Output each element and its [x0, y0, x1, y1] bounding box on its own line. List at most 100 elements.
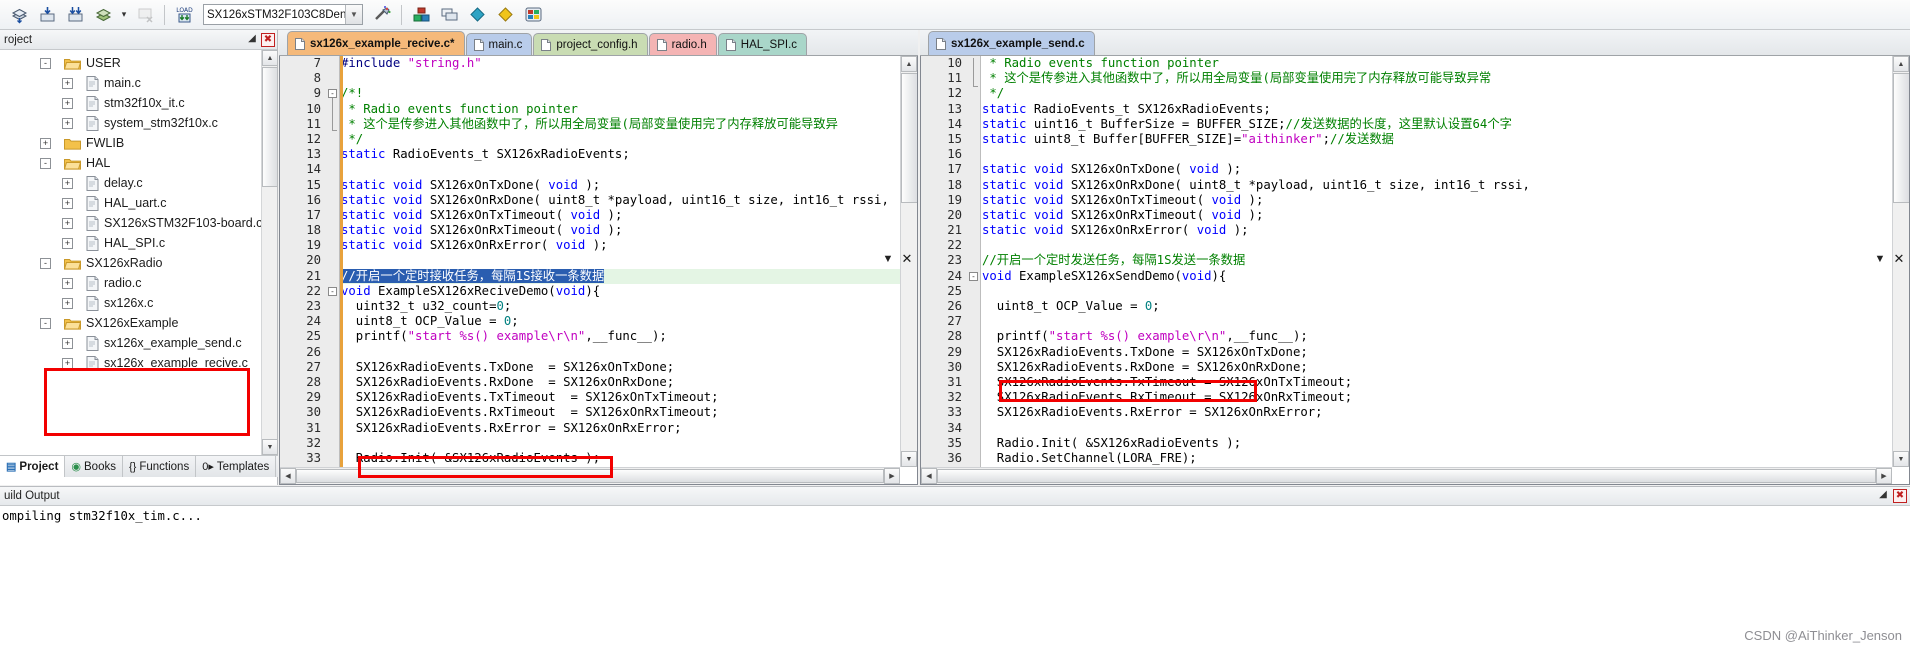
close-document-icon[interactable]: ✕ — [900, 251, 914, 267]
line-number: 23 — [306, 299, 321, 313]
pin-icon[interactable]: ◢ — [245, 33, 259, 47]
tree-item-main-c[interactable]: + main.c — [0, 73, 262, 93]
editor-tabbar-left[interactable]: sx126x_example_recive.c* main.c project_co… — [279, 30, 918, 56]
rebuild-all-icon[interactable] — [62, 3, 88, 27]
editor-tabbar-right[interactable]: sx126x_example_send.c — [920, 30, 1910, 56]
scrollbar-thumb-h[interactable] — [296, 469, 884, 483]
manage-components-icon[interactable] — [408, 3, 434, 27]
tree-expander-icon[interactable]: + — [62, 337, 73, 349]
scroll-down-icon[interactable]: ▼ — [262, 439, 278, 455]
scrollbar-thumb[interactable] — [262, 67, 278, 187]
code-viewport-left[interactable]: --- 789101112131415161718192021222324252… — [280, 56, 900, 467]
target-selector-value: SX126xSTM32F103C8Den — [207, 8, 345, 21]
tree-expander-icon[interactable]: + — [62, 297, 73, 309]
chevron-down-icon[interactable]: ▾ — [118, 3, 130, 27]
build-target-icon[interactable] — [34, 3, 60, 27]
tree-item-radio-c[interactable]: + radio.c — [0, 273, 262, 293]
tree-expander-icon[interactable]: - — [40, 157, 51, 169]
tree-item-system-stm32f10x-c[interactable]: + system_stm32f10x.c — [0, 113, 262, 133]
main-toolbar: ▾ LOAD SX126xSTM32F103C8Den ▼ — [0, 0, 1910, 30]
project-tree[interactable]: - USER + main.c + stm32f10x_it.c + system_stm32… — [0, 50, 262, 455]
chevron-down-icon[interactable]: ▼ — [345, 5, 362, 24]
tree-expander-icon[interactable]: - — [40, 57, 51, 69]
tree-expander-icon[interactable]: + — [62, 77, 73, 89]
scroll-up-icon[interactable]: ▲ — [262, 50, 278, 66]
tree-expander-icon[interactable]: + — [62, 277, 73, 289]
tree-item-sx126xstm32f103-board-c[interactable]: + SX126xSTM32F103-board.c — [0, 213, 262, 233]
code-hscrollbar-right[interactable]: ◀ ▶ — [921, 467, 1892, 484]
folder-icon — [64, 318, 81, 330]
tree-item-fwlib[interactable]: + FWLIB — [0, 133, 262, 153]
tree-expander-icon[interactable]: - — [40, 317, 51, 329]
tree-expander-icon[interactable]: + — [62, 357, 73, 369]
editor-tab-sx126x-example-recive-c-[interactable]: sx126x_example_recive.c* — [287, 31, 465, 55]
project-tree-scrollbar[interactable]: ▲ ▼ — [261, 50, 278, 455]
tab-list-menu-icon[interactable]: ▼ — [1873, 253, 1887, 265]
tree-expander-icon[interactable]: + — [62, 197, 73, 209]
tree-item-user[interactable]: - USER — [0, 53, 262, 73]
project-tab-functions[interactable]: {} Functions — [123, 456, 197, 477]
tree-expander-icon[interactable]: + — [62, 97, 73, 109]
editor-tab-hal-spi-c[interactable]: HAL_SPI.c — [717, 33, 808, 55]
line-number: 34 — [947, 420, 962, 435]
project-tab-project[interactable]: ▤ Project — [0, 456, 66, 477]
code-text-left[interactable]: #include "string.h" /*! * Radio events f… — [341, 56, 900, 467]
code-editor-left[interactable]: --- 789101112131415161718192021222324252… — [279, 56, 918, 485]
fold-gutter-right[interactable]: -- — [967, 56, 981, 467]
svcs-icon[interactable] — [520, 3, 546, 27]
file-icon — [295, 37, 305, 50]
build-output-text[interactable]: ompiling stm32f10x_tim.c... — [0, 506, 1910, 646]
batch-build-icon[interactable] — [90, 3, 116, 27]
multi-project-icon[interactable] — [436, 3, 462, 27]
tree-item-hal-spi-c[interactable]: + HAL_SPI.c — [0, 233, 262, 253]
tree-expander-icon[interactable]: + — [62, 177, 73, 189]
line-number: 25 — [947, 283, 962, 298]
tree-expander-icon[interactable]: + — [62, 217, 73, 229]
download-icon[interactable]: LOAD — [171, 3, 197, 27]
translate-icon[interactable] — [6, 3, 32, 27]
editor-tab-sx126x-example-send-c[interactable]: sx126x_example_send.c — [928, 31, 1095, 55]
close-icon[interactable]: ✖ — [1893, 489, 1907, 503]
tree-expander-icon[interactable]: + — [62, 237, 73, 249]
code-fold-toggle-icon[interactable]: - — [969, 271, 978, 281]
tree-item-sx126x-c[interactable]: + sx126x.c — [0, 293, 262, 313]
line-number: 24 — [306, 314, 321, 329]
target-selector-combo[interactable]: SX126xSTM32F103C8Den ▼ — [203, 4, 363, 25]
tree-item-hal-uart-c[interactable]: + HAL_uart.c — [0, 193, 262, 213]
tree-expander-icon[interactable]: + — [62, 117, 73, 129]
line-number: 32 — [947, 390, 962, 405]
scroll-left-icon[interactable]: ◀ — [921, 468, 937, 484]
pack-installer-icon[interactable] — [464, 3, 490, 27]
editor-tab-project-config-h[interactable]: project_config.h — [533, 33, 648, 55]
tab-list-menu-icon[interactable]: ▼ — [881, 253, 895, 265]
project-pane-tabs[interactable]: ▤ Project ◉ Books{} Functions 0▸ Templates — [0, 455, 278, 477]
fold-gutter-left[interactable]: --- — [326, 56, 340, 467]
close-icon[interactable]: ✖ — [261, 32, 275, 47]
code-fold-toggle-icon[interactable]: - — [328, 89, 337, 99]
config-wizard-icon[interactable] — [492, 3, 518, 27]
project-tab-templates[interactable]: 0▸ Templates — [196, 456, 277, 477]
tree-item-delay-c[interactable]: + delay.c — [0, 173, 262, 193]
editor-tab-label: sx126x_example_recive.c* — [310, 37, 455, 50]
tree-expander-icon[interactable]: - — [40, 257, 51, 269]
scrollbar-thumb-h[interactable] — [937, 469, 1876, 483]
target-options-icon[interactable] — [369, 3, 395, 27]
code-editor-right[interactable]: -- 1011121314151617181920212223242526272… — [920, 56, 1910, 485]
code-text-right[interactable]: * Radio events function pointer * 这个是传参进… — [982, 56, 1545, 467]
close-document-icon[interactable]: ✕ — [1892, 251, 1906, 267]
tree-item-sx126xexample[interactable]: - SX126xExample — [0, 313, 262, 333]
editor-tab-main-c[interactable]: main.c — [465, 33, 533, 55]
code-hscrollbar-left[interactable]: ◀ ▶ — [280, 467, 900, 484]
scroll-left-icon[interactable]: ◀ — [280, 468, 296, 484]
pin-icon[interactable]: ◢ — [1876, 489, 1890, 503]
tree-item-sx126xradio[interactable]: - SX126xRadio — [0, 253, 262, 273]
tree-expander-icon[interactable]: + — [40, 137, 51, 149]
tree-item-sx126x-example-recive-c[interactable]: + sx126x_example_recive.c — [0, 353, 262, 373]
tree-item-sx126x-example-send-c[interactable]: + sx126x_example_send.c — [0, 333, 262, 353]
editor-tab-radio-h[interactable]: radio.h — [648, 33, 717, 55]
code-viewport-right[interactable]: -- 1011121314151617181920212223242526272… — [921, 56, 1892, 467]
code-fold-toggle-icon[interactable]: - — [328, 287, 337, 296]
project-tab-books[interactable]: ◉ Books — [65, 456, 123, 477]
tree-item-stm32f10x-it-c[interactable]: + stm32f10x_it.c — [0, 93, 262, 113]
tree-item-hal[interactable]: - HAL — [0, 153, 262, 173]
